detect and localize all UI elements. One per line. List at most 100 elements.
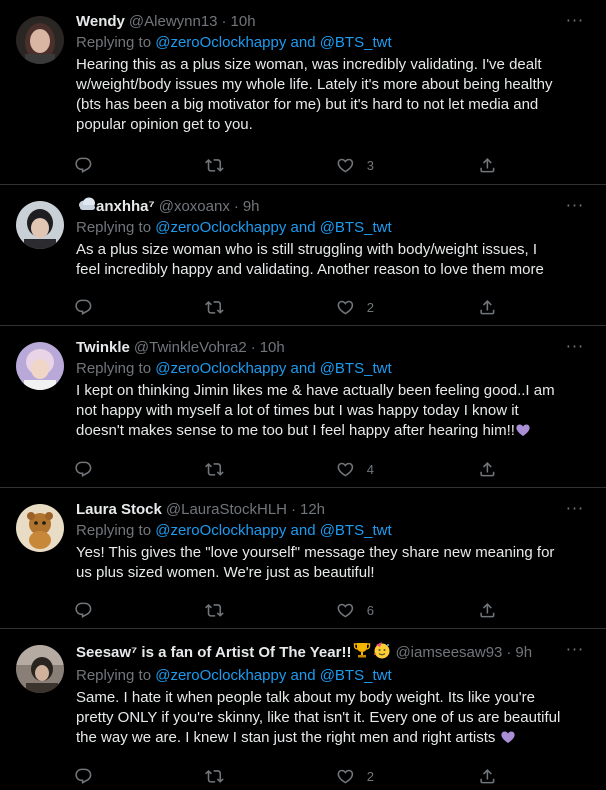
reply-icon <box>75 157 92 173</box>
tweet-text: Same. I hate it when people talk about m… <box>76 689 561 746</box>
more-options-icon[interactable]: ⋅⋅⋅ <box>566 338 584 358</box>
replying-to-links[interactable]: @zeroOclockhappy and @BTS_twt <box>155 667 391 684</box>
cloud-icon <box>78 197 96 217</box>
tweet-text: Yes! This gives the "love yourself" mess… <box>76 544 555 581</box>
share-button[interactable] <box>478 298 497 317</box>
share-button[interactable] <box>478 767 497 786</box>
like-button[interactable]: 4 <box>336 460 478 479</box>
reply-button[interactable] <box>74 767 205 786</box>
avatar[interactable] <box>16 504 64 552</box>
display-name[interactable]: Wendy <box>76 12 125 32</box>
replying-to: Replying to @zeroOclockhappy and @BTS_tw… <box>76 219 392 236</box>
share-icon <box>480 299 495 315</box>
display-name[interactable]: Twinkle <box>76 338 130 358</box>
reply-icon <box>75 461 92 477</box>
retweet-icon <box>205 603 224 617</box>
tweet-5[interactable]: Seesaw⁷ is a fan of Artist Of The Year!!… <box>0 629 606 790</box>
share-icon <box>480 602 495 618</box>
tweet-text: I kept on thinking Jimin likes me & have… <box>76 382 555 439</box>
action-bar: 2 <box>74 285 562 329</box>
reply-button[interactable] <box>74 601 205 620</box>
replying-to-links[interactable]: @zeroOclockhappy and @BTS_twt <box>155 219 391 236</box>
avatar[interactable] <box>16 201 64 249</box>
like-button[interactable]: 2 <box>336 767 478 786</box>
display-name[interactable]: Seesaw⁷ is a fan of Artist Of The Year!! <box>76 643 351 663</box>
display-name[interactable]: anxhha⁷ <box>96 197 155 217</box>
replying-to: Replying to @zeroOclockhappy and @BTS_tw… <box>76 360 392 377</box>
user-handle[interactable]: @xoxoanx <box>159 197 230 217</box>
like-button[interactable]: 2 <box>336 298 478 317</box>
more-options-icon[interactable]: ⋅⋅⋅ <box>566 197 584 217</box>
replying-to: Replying to @zeroOclockhappy and @BTS_tw… <box>76 34 392 51</box>
user-handle[interactable]: @Alewynn13 <box>129 12 218 32</box>
replying-to: Replying to @zeroOclockhappy and @BTS_tw… <box>76 667 392 684</box>
tweet-1[interactable]: Wendy @Alewynn13 · 10h Replying to @zero… <box>0 0 606 185</box>
more-options-icon[interactable]: ⋅⋅⋅ <box>566 12 584 32</box>
action-bar: 2 <box>74 754 562 790</box>
separator-dot: · <box>506 644 512 661</box>
retweet-button[interactable] <box>205 460 336 479</box>
replying-to: Replying to @zeroOclockhappy and @BTS_tw… <box>76 522 392 539</box>
like-count: 3 <box>366 157 374 173</box>
separator-dot: · <box>221 13 227 30</box>
action-bar: 3 <box>74 143 562 187</box>
like-icon <box>337 158 354 173</box>
timestamp[interactable]: 12h <box>300 500 325 520</box>
avatar[interactable] <box>16 16 64 64</box>
reply-button[interactable] <box>74 156 205 175</box>
timestamp[interactable]: 10h <box>260 338 285 358</box>
more-options-icon[interactable]: ⋅⋅⋅ <box>566 500 584 520</box>
timestamp[interactable]: 9h <box>243 197 260 217</box>
avatar[interactable] <box>16 645 64 693</box>
like-button[interactable]: 3 <box>336 156 478 175</box>
display-name[interactable]: Laura Stock <box>76 500 162 520</box>
action-bar: 4 <box>74 447 562 491</box>
replying-to-links[interactable]: @zeroOclockhappy and @BTS_twt <box>155 360 391 377</box>
retweet-button[interactable] <box>205 767 336 786</box>
reply-button[interactable] <box>74 298 205 317</box>
trophy-icon <box>353 641 371 665</box>
user-handle[interactable]: @iamseesaw93 <box>395 643 502 663</box>
user-handle[interactable]: @LauraStockHLH <box>166 500 287 520</box>
like-count: 6 <box>366 602 374 618</box>
share-button[interactable] <box>478 601 497 620</box>
retweet-icon <box>205 300 224 314</box>
retweet-icon <box>205 158 224 172</box>
separator-dot: · <box>291 501 296 518</box>
tweet-3[interactable]: Twinkle @TwinkleVohra2 · 10h Replying to… <box>0 326 606 488</box>
timestamp[interactable]: 10h <box>231 12 256 32</box>
avatar[interactable] <box>16 342 64 390</box>
share-icon <box>480 157 495 173</box>
retweet-button[interactable] <box>205 156 336 175</box>
replying-to-links[interactable]: @zeroOclockhappy and @BTS_twt <box>155 522 391 539</box>
retweet-button[interactable] <box>205 298 336 317</box>
replying-to-links[interactable]: @zeroOclockhappy and @BTS_twt <box>155 34 391 51</box>
reply-icon <box>75 768 92 784</box>
separator-dot: · <box>233 198 239 215</box>
user-handle[interactable]: @TwinkleVohra2 <box>134 338 247 358</box>
retweet-icon <box>205 769 224 783</box>
tweet-text: As a plus size woman who is still strugg… <box>76 241 544 278</box>
like-button[interactable]: 6 <box>336 601 478 620</box>
tweet-2[interactable]: anxhha⁷ @xoxoanx · 9h Replying to @zeroO… <box>0 185 606 326</box>
action-bar: 6 <box>74 588 562 632</box>
party-face-icon <box>373 641 391 665</box>
timestamp[interactable]: 9h <box>515 643 532 663</box>
like-icon <box>337 769 354 784</box>
retweet-icon <box>205 462 224 476</box>
share-icon <box>480 461 495 477</box>
separator-dot: · <box>250 339 256 356</box>
share-button[interactable] <box>478 460 497 479</box>
reply-button[interactable] <box>74 460 205 479</box>
like-icon <box>337 603 354 618</box>
like-count: 4 <box>366 461 374 477</box>
like-count: 2 <box>366 299 374 315</box>
tweet-4[interactable]: Laura Stock @LauraStockHLH · 12h Replyin… <box>0 488 606 629</box>
retweet-button[interactable] <box>205 601 336 620</box>
share-button[interactable] <box>478 156 497 175</box>
like-count: 2 <box>366 768 374 784</box>
like-icon <box>337 462 354 477</box>
share-icon <box>480 768 495 784</box>
more-options-icon[interactable]: ⋅⋅⋅ <box>566 641 584 661</box>
reply-feed: Wendy @Alewynn13 · 10h Replying to @zero… <box>0 0 606 790</box>
